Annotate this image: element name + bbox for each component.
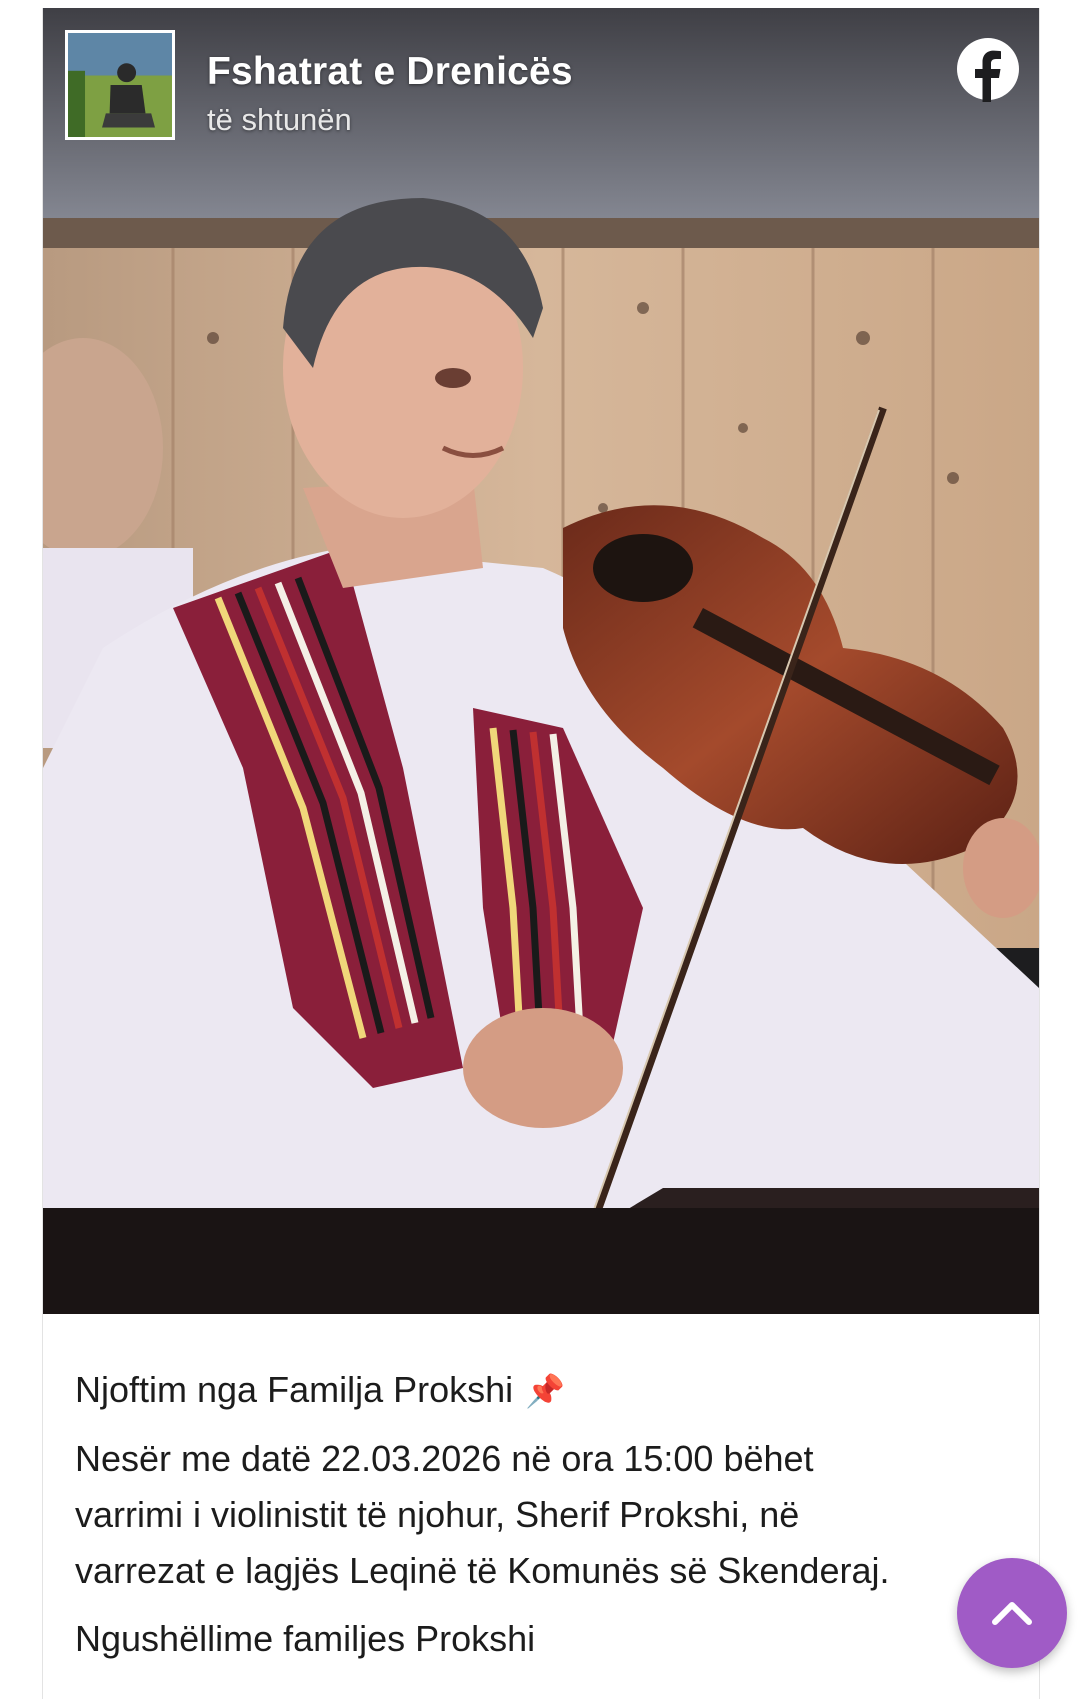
- facebook-logo-icon[interactable]: [955, 36, 1021, 102]
- announcement-title: Njoftim nga Familja Prokshi 📌: [75, 1362, 975, 1419]
- page-name[interactable]: Fshatrat e Drenicës: [207, 50, 573, 94]
- page-avatar[interactable]: [65, 30, 175, 140]
- body-line: Nesër me datë 22.03.2026 në ora 15:00 bë…: [75, 1438, 814, 1479]
- condolence-text: Ngushëllime familjes Prokshi: [75, 1618, 536, 1659]
- violinist-photo: [43, 8, 1039, 1314]
- chevron-up-icon: [992, 1602, 1032, 1625]
- body-line: varrezat e lagjës Leqinë të Komunës së S…: [75, 1550, 890, 1591]
- page-avatar-image: [68, 33, 172, 137]
- post-card: Fshatrat e Drenicës të shtunën Njoftim n…: [42, 8, 1040, 1699]
- body-line: varrimi i violinistit të njohur, Sherif …: [75, 1494, 800, 1535]
- announcement-title-text: Njoftim nga Familja Prokshi: [75, 1369, 514, 1410]
- post-timestamp[interactable]: të shtunën: [207, 102, 352, 138]
- post-text: Njoftim nga Familja Prokshi 📌 Nesër me da…: [75, 1362, 975, 1667]
- post-image[interactable]: Fshatrat e Drenicës të shtunën: [43, 8, 1039, 1314]
- announcement-body: Nesër me datë 22.03.2026 në ora 15:00 bë…: [75, 1431, 975, 1599]
- pushpin-icon: 📌: [525, 1373, 565, 1409]
- scroll-to-top-button[interactable]: [957, 1558, 1067, 1668]
